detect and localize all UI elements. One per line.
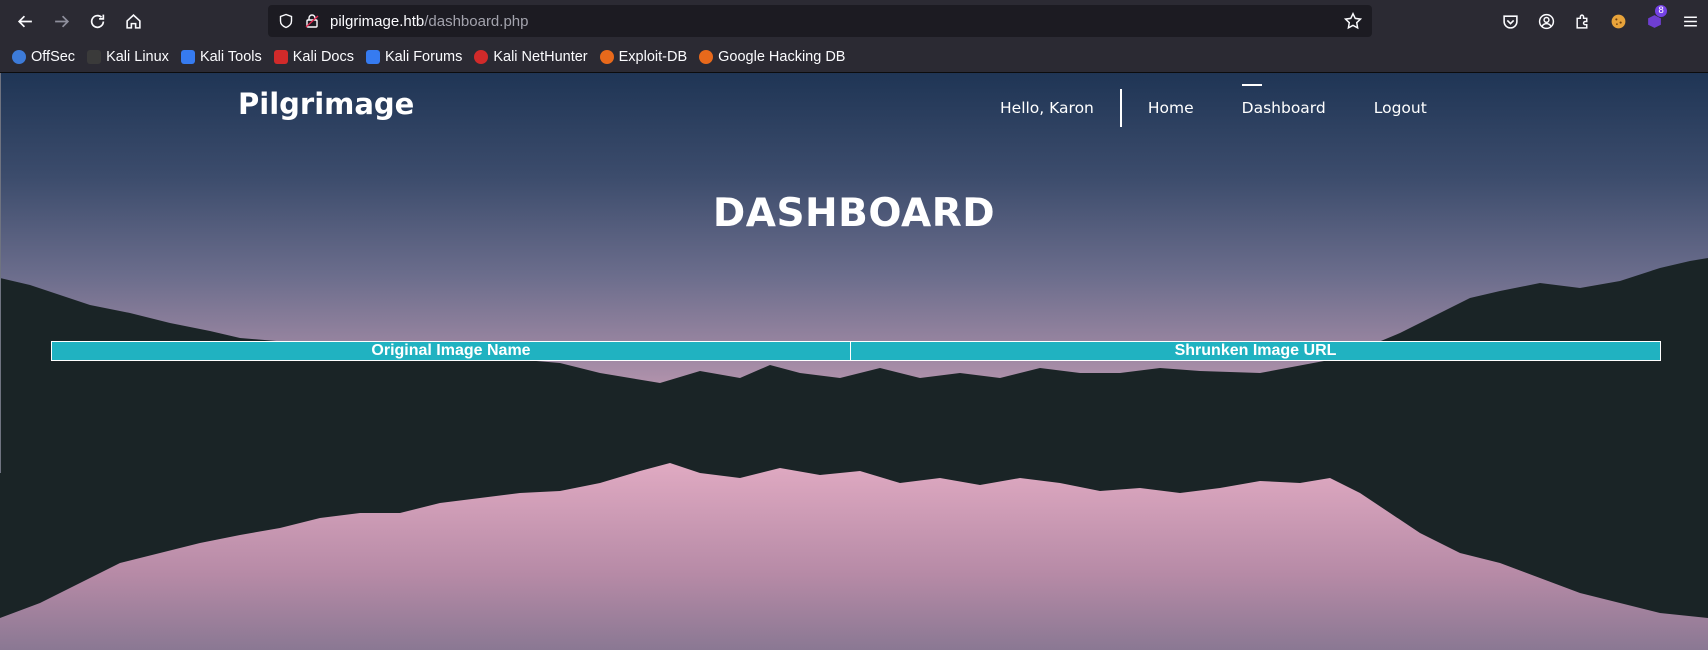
- pocket-icon: [1502, 14, 1518, 29]
- menu-button[interactable]: [1672, 5, 1708, 37]
- arrow-right-icon: [54, 15, 69, 27]
- puzzle-icon: [1575, 13, 1587, 29]
- table-body: [52, 361, 1661, 390]
- kali-tools-icon: [180, 50, 195, 64]
- forward-button[interactable]: [43, 5, 79, 37]
- bookmark-label: Kali NetHunter: [493, 49, 588, 65]
- address-bar[interactable]: pilgrimage.htb/dashboard.php: [268, 5, 1372, 37]
- bookmark-label: Kali Tools: [199, 49, 262, 65]
- page-title: DASHBOARD: [712, 191, 996, 236]
- arrow-left-icon: [17, 15, 32, 27]
- bookmark-kali-forums[interactable]: Kali Forums: [365, 49, 463, 65]
- bookmark-exploit-db[interactable]: Exploit-DB: [599, 49, 688, 65]
- browser-toolbar: pilgrimage.htb/dashboard.php 8: [0, 0, 1708, 42]
- site-header: Pilgrimage Hello, Karon Home Dashboard L…: [0, 73, 1708, 143]
- column-shrunken-image-url: Shrunken Image URL: [850, 341, 1661, 361]
- ghdb-icon: [699, 50, 714, 64]
- back-button[interactable]: [7, 5, 43, 37]
- kali-docs-icon: [273, 50, 288, 64]
- home-icon: [125, 13, 141, 29]
- bookmark-label: Exploit-DB: [618, 49, 688, 65]
- site-nav: Hello, Karon Home Dashboard Logout: [1000, 84, 1427, 127]
- exploit-db-icon: [599, 50, 614, 64]
- hamburger-icon: [1683, 15, 1697, 27]
- insecure-lock-icon[interactable]: [304, 13, 320, 29]
- bookmark-offsec[interactable]: OffSec: [12, 49, 75, 65]
- toolbar-right: 8: [1492, 5, 1708, 37]
- bookmark-kali-linux[interactable]: Kali Linux: [87, 49, 169, 65]
- site-logo[interactable]: Pilgrimage: [238, 87, 414, 121]
- page-viewport: Pilgrimage Hello, Karon Home Dashboard L…: [0, 73, 1708, 650]
- bookmark-google-hacking-db[interactable]: Google Hacking DB: [699, 49, 845, 65]
- user-greeting: Hello, Karon: [1000, 89, 1122, 127]
- kali-forums-icon: [365, 50, 380, 64]
- extensions-button[interactable]: [1564, 5, 1600, 37]
- reload-icon: [90, 14, 104, 28]
- bookmark-kali-docs[interactable]: Kali Docs: [273, 49, 354, 65]
- bookmark-label: OffSec: [31, 49, 76, 65]
- account-icon: [1538, 13, 1554, 29]
- images-table-grid: Original Image Name Shrunken Image URL: [51, 341, 1661, 390]
- images-table: Original Image Name Shrunken Image URL: [51, 341, 1661, 390]
- offsec-icon: [12, 50, 26, 64]
- bookmarks-bar: OffSec Kali Linux Kali Tools Kali Docs K…: [0, 42, 1708, 73]
- bookmark-label: Kali Forums: [384, 49, 463, 65]
- nav-logout[interactable]: Logout: [1374, 99, 1427, 117]
- reload-button[interactable]: [79, 5, 115, 37]
- shield-icon[interactable]: [278, 13, 294, 29]
- extension-badge: 8: [1655, 5, 1667, 17]
- foxyproxy-button[interactable]: 8: [1636, 5, 1672, 37]
- bookmark-kali-tools[interactable]: Kali Tools: [180, 49, 262, 65]
- bookmark-kali-nethunter[interactable]: Kali NetHunter: [474, 49, 588, 65]
- cookie-icon: [1611, 14, 1625, 28]
- table-header-row: Original Image Name Shrunken Image URL: [51, 341, 1661, 361]
- column-original-image-name: Original Image Name: [51, 341, 851, 361]
- nethunter-icon: [474, 50, 489, 64]
- home-button[interactable]: [115, 5, 151, 37]
- account-button[interactable]: [1528, 5, 1564, 37]
- url-path: /dashboard.php: [424, 12, 529, 30]
- kali-dragon-icon: [87, 50, 102, 64]
- bookmark-label: Kali Linux: [106, 49, 169, 65]
- nav-home[interactable]: Home: [1148, 99, 1194, 117]
- bookmark-label: Google Hacking DB: [718, 49, 846, 65]
- nav-dashboard[interactable]: Dashboard: [1241, 84, 1326, 117]
- url-host: pilgrimage.htb: [330, 12, 425, 30]
- bookmark-label: Kali Docs: [292, 49, 354, 65]
- pocket-button[interactable]: [1492, 5, 1528, 37]
- cookie-extension-button[interactable]: [1600, 5, 1636, 37]
- url-text[interactable]: pilgrimage.htb/dashboard.php: [330, 13, 528, 30]
- bookmark-star-icon[interactable]: [1344, 12, 1362, 30]
